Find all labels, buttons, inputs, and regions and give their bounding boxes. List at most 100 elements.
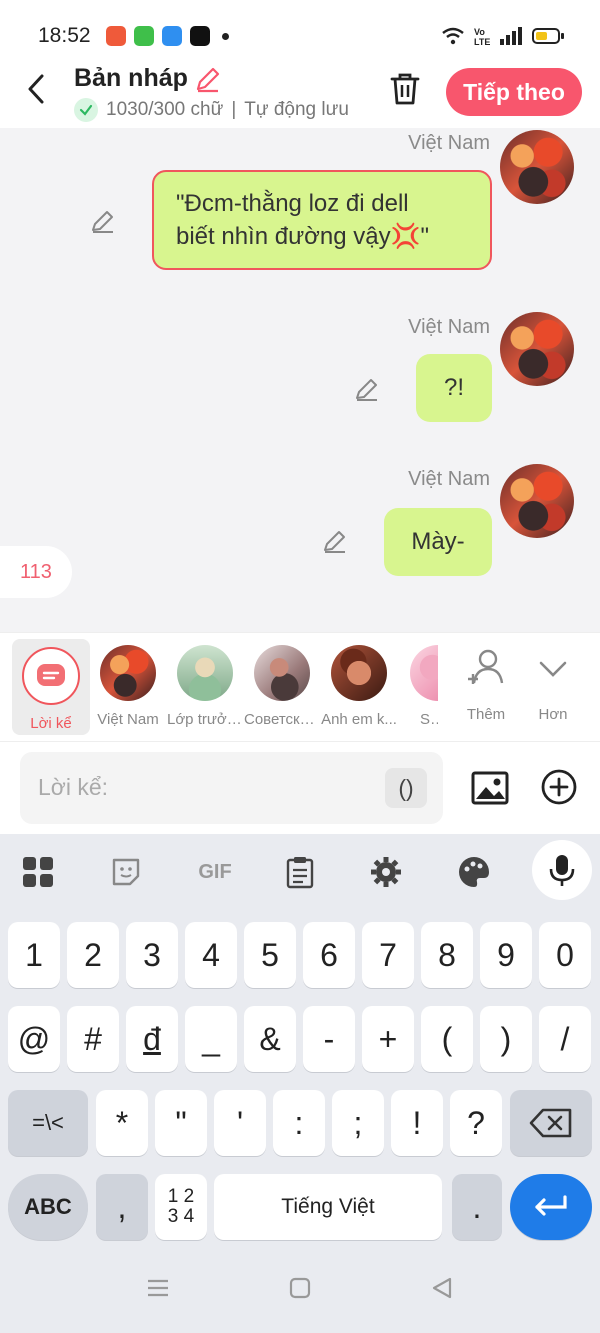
gif-icon[interactable]: GIF [190, 852, 240, 892]
counter-badge[interactable]: 113 [0, 546, 72, 598]
more-button[interactable]: Hơn [515, 641, 591, 723]
backspace-icon [529, 1108, 572, 1138]
character-label: So [420, 711, 438, 728]
signal-icon [500, 27, 522, 45]
key-semicolon[interactable]: ; [332, 1090, 384, 1156]
key-comma[interactable]: , [96, 1174, 148, 1240]
palette-icon[interactable] [454, 852, 494, 892]
draft-status: 1030/300 chữ | Tự động lưu [74, 98, 349, 122]
message-bubble[interactable]: "Đcm-thằng loz đi dell biết nhìn đường v… [152, 170, 492, 270]
edit-message-icon[interactable] [354, 376, 380, 402]
character-so[interactable]: So [398, 641, 438, 728]
clipboard-icon[interactable] [280, 852, 320, 892]
back-arrow-icon[interactable] [22, 72, 52, 106]
back-icon[interactable] [428, 1274, 456, 1302]
message-bubble[interactable]: Mày- [384, 508, 492, 576]
message-sender: Việt Nam [408, 132, 490, 154]
svg-text:Vo: Vo [474, 27, 485, 37]
abc-key[interactable]: ABC [8, 1174, 88, 1240]
key-4[interactable]: 4 [185, 922, 237, 988]
key-double-quote[interactable]: " [155, 1090, 207, 1156]
more-label: Hơn [538, 706, 568, 723]
editor-header: Bản nháp 1030/300 chữ | Tự động lưu Tiếp… [0, 60, 600, 128]
menu-icon[interactable] [144, 1274, 172, 1302]
add-circle-icon[interactable] [540, 768, 578, 806]
key-single-quote[interactable]: ' [214, 1090, 266, 1156]
message-bubble[interactable]: ?! [416, 354, 492, 422]
key-9[interactable]: 9 [480, 922, 532, 988]
key-symbols-toggle[interactable]: =\< [8, 1090, 88, 1156]
game-app-icon [106, 26, 126, 46]
key-7[interactable]: 7 [362, 922, 414, 988]
key-colon[interactable]: : [273, 1090, 325, 1156]
character-label: Lời kể [30, 715, 72, 732]
microphone-icon[interactable] [532, 840, 592, 900]
add-character-button[interactable]: Thêm [448, 641, 524, 723]
character-avatar [331, 645, 387, 701]
character-narrator[interactable]: Lời kể [12, 639, 90, 735]
status-time: 18:52 [38, 24, 91, 47]
key-at[interactable]: @ [8, 1006, 60, 1072]
key-d-stroke[interactable]: đ [126, 1006, 178, 1072]
character-vietnam[interactable]: Việt Nam [90, 641, 166, 728]
avatar[interactable] [500, 130, 574, 204]
narrator-avatar [22, 647, 80, 705]
key-close-paren[interactable]: ) [480, 1006, 532, 1072]
message-sender: Việt Nam [408, 468, 490, 490]
more-notifications-dot [222, 32, 229, 40]
key-exclamation[interactable]: ! [391, 1090, 443, 1156]
svg-text:LTE: LTE [474, 37, 490, 46]
backspace-key[interactable] [510, 1090, 592, 1156]
notification-icons [106, 26, 229, 46]
enter-key[interactable] [510, 1174, 592, 1240]
home-icon[interactable] [286, 1274, 314, 1302]
character-avatar [254, 645, 310, 701]
character-lop-truong[interactable]: Lớp trưởn... [167, 641, 243, 728]
wifi-icon [442, 27, 464, 45]
avatar[interactable] [500, 312, 574, 386]
character-selector: Lời kể Việt Nam Lớp trưởn... Советски...… [0, 632, 600, 742]
character-sovetski[interactable]: Советски... [244, 641, 320, 728]
apps-grid-icon[interactable] [18, 852, 58, 892]
key-plus[interactable]: + [362, 1006, 414, 1072]
edit-title-icon[interactable] [194, 65, 222, 93]
numpad-key[interactable]: 1 2 3 4 [155, 1174, 207, 1240]
status-bar: 18:52 Vo LTE [0, 0, 600, 60]
key-6[interactable]: 6 [303, 922, 355, 988]
edit-message-icon[interactable] [322, 528, 348, 554]
message-text: ?! [443, 374, 464, 401]
key-5[interactable]: 5 [244, 922, 296, 988]
key-open-paren[interactable]: ( [421, 1006, 473, 1072]
chat-area[interactable]: Việt Nam "Đcm-thằng loz đi dell biết nhì… [0, 128, 600, 632]
avatar[interactable] [500, 464, 574, 538]
key-minus[interactable]: - [303, 1006, 355, 1072]
key-slash[interactable]: / [539, 1006, 591, 1072]
key-question[interactable]: ? [450, 1090, 502, 1156]
trash-icon[interactable] [386, 70, 424, 108]
parenthesis-button[interactable]: () [385, 768, 427, 808]
key-1[interactable]: 1 [8, 922, 60, 988]
key-asterisk[interactable]: * [96, 1090, 148, 1156]
keyboard: GIF 1 2 3 4 5 6 7 8 9 0 @ # đ _ & - + ( … [0, 834, 600, 1248]
key-0[interactable]: 0 [539, 922, 591, 988]
key-underscore[interactable]: _ [185, 1006, 237, 1072]
space-key[interactable]: Tiếng Việt [214, 1174, 442, 1240]
gear-icon[interactable] [366, 852, 406, 892]
key-8[interactable]: 8 [421, 922, 473, 988]
edit-message-icon[interactable] [90, 208, 116, 234]
autosave-label: Tự động lưu [244, 99, 349, 120]
message-text-line: "Đcm-thằng loz đi dell [176, 190, 409, 217]
key-2[interactable]: 2 [67, 922, 119, 988]
character-label: Việt Nam [97, 711, 159, 728]
character-anh-em[interactable]: Anh em k... [321, 641, 397, 728]
sticker-icon[interactable] [106, 852, 146, 892]
narration-input[interactable]: Lời kể: () [20, 752, 443, 824]
key-period[interactable]: . [452, 1174, 502, 1240]
image-icon[interactable] [470, 768, 510, 808]
numpad-bottom: 3 4 [167, 1206, 195, 1227]
key-ampersand[interactable]: & [244, 1006, 296, 1072]
character-avatar [100, 645, 156, 701]
next-button[interactable]: Tiếp theo [446, 68, 582, 116]
key-3[interactable]: 3 [126, 922, 178, 988]
key-hash[interactable]: # [67, 1006, 119, 1072]
